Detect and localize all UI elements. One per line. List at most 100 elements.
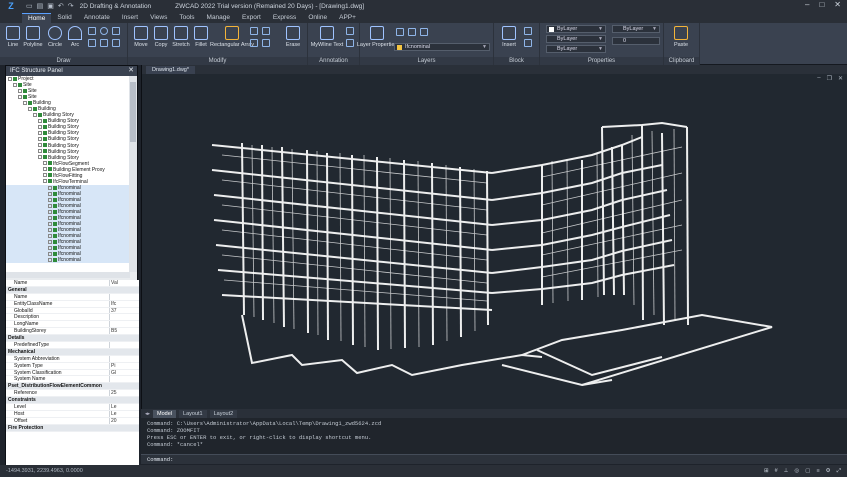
property-row[interactable]: Description: [6, 314, 139, 322]
paste-button[interactable]: Paste: [668, 26, 694, 48]
property-row[interactable]: System Classification Gl: [6, 369, 139, 377]
property-category[interactable]: Mechanical: [6, 348, 139, 356]
expand-toggle-icon[interactable]: [8, 76, 12, 81]
tab-nav-arrows-icon[interactable]: ◂▸: [145, 411, 150, 417]
ellipse-icon[interactable]: [100, 27, 108, 35]
property-category[interactable]: Fire Protection: [6, 424, 139, 432]
property-row[interactable]: Host Le: [6, 410, 139, 418]
layer-dropdown[interactable]: Ifcnominal ▼: [394, 43, 490, 51]
close-icon[interactable]: ✕: [128, 66, 134, 76]
ortho-icon[interactable]: ⊥: [784, 465, 789, 477]
tab-app-plus[interactable]: APP+: [333, 13, 362, 23]
tab-manage[interactable]: Manage: [201, 13, 237, 23]
visibility-checkbox[interactable]: [53, 185, 57, 190]
spline-icon[interactable]: [88, 39, 96, 47]
expand-toggle-icon[interactable]: [38, 131, 42, 136]
visibility-checkbox[interactable]: [53, 252, 57, 257]
tab-solid[interactable]: Solid: [51, 13, 77, 23]
minimize-icon[interactable]: –: [805, 0, 809, 9]
expand-toggle-icon[interactable]: [48, 203, 52, 208]
property-row[interactable]: LongName: [6, 321, 139, 329]
property-category[interactable]: Details: [6, 335, 139, 343]
layer-freeze-icon[interactable]: [420, 28, 428, 36]
expand-toggle-icon[interactable]: [48, 215, 52, 220]
property-row[interactable]: Name Val: [6, 280, 139, 287]
scrollbar-thumb[interactable]: [130, 82, 136, 142]
property-row[interactable]: System Name: [6, 376, 139, 384]
expand-toggle-icon[interactable]: [38, 149, 42, 154]
property-value[interactable]: 37: [111, 308, 117, 314]
hatch-icon[interactable]: [112, 27, 120, 35]
expand-toggle-icon[interactable]: [38, 155, 42, 160]
property-value[interactable]: Val: [111, 280, 118, 286]
polar-icon[interactable]: ◎: [794, 465, 799, 477]
trim-icon[interactable]: [262, 39, 270, 47]
property-row[interactable]: PredefinedType: [6, 342, 139, 349]
tab-tools[interactable]: Tools: [173, 13, 200, 23]
snap-icon[interactable]: ⊞: [764, 465, 769, 477]
property-value[interactable]: 25: [111, 390, 117, 396]
command-input[interactable]: Command:: [141, 454, 847, 464]
osnap-icon[interactable]: ▢: [805, 465, 810, 477]
drawing-canvas[interactable]: Drawing1.dwg* – ❐ ✕: [141, 65, 847, 409]
property-value[interactable]: 20: [111, 418, 117, 424]
expand-toggle-icon[interactable]: [48, 191, 52, 196]
visibility-checkbox[interactable]: [43, 137, 47, 142]
tab-home[interactable]: Home: [22, 13, 52, 23]
tab-views[interactable]: Views: [144, 13, 173, 23]
visibility-checkbox[interactable]: [43, 125, 47, 130]
property-row[interactable]: System Type Pi: [6, 362, 139, 370]
redo-icon[interactable]: ↷: [68, 2, 74, 10]
tab-model[interactable]: Model: [153, 409, 177, 418]
lineweight-dropdown[interactable]: ByLayer ▼: [546, 45, 606, 53]
tree-node[interactable]: Ifcnominal: [6, 257, 130, 264]
property-value[interactable]: Gl: [111, 370, 116, 376]
tab-layout2[interactable]: Layout2: [209, 409, 238, 418]
insert-button[interactable]: Insert: [496, 26, 522, 48]
property-row[interactable]: BuildingStorey B5: [6, 328, 139, 336]
expand-toggle-icon[interactable]: [43, 179, 47, 184]
rectangle-icon[interactable]: [88, 27, 96, 35]
undo-icon[interactable]: ↶: [58, 2, 64, 10]
property-value[interactable]: Le: [111, 404, 117, 410]
edit-block-icon[interactable]: [524, 39, 532, 47]
scale-icon[interactable]: [250, 39, 258, 47]
visibility-checkbox[interactable]: [48, 167, 52, 172]
visibility-checkbox[interactable]: [53, 227, 57, 232]
create-block-icon[interactable]: [524, 27, 532, 35]
visibility-checkbox[interactable]: [53, 197, 57, 202]
expand-toggle-icon[interactable]: [48, 185, 52, 190]
expand-toggle-icon[interactable]: [38, 125, 42, 130]
visibility-checkbox[interactable]: [28, 100, 32, 105]
app-logo-icon[interactable]: Z: [0, 0, 22, 12]
expand-toggle-icon[interactable]: [48, 245, 52, 250]
expand-toggle-icon[interactable]: [18, 88, 22, 93]
visibility-checkbox[interactable]: [53, 191, 57, 196]
visibility-checkbox[interactable]: [43, 149, 47, 154]
layer-isolate-icon[interactable]: [408, 28, 416, 36]
tab-insert[interactable]: Insert: [116, 13, 144, 23]
layer-properties-button[interactable]: Layer Properties: [357, 26, 397, 48]
close-icon[interactable]: ✕: [834, 0, 841, 9]
visibility-checkbox[interactable]: [43, 131, 47, 136]
tab-layout1[interactable]: Layout1: [179, 409, 207, 418]
property-value[interactable]: B5: [111, 328, 117, 334]
property-row[interactable]: Reference 25: [6, 390, 139, 398]
expand-toggle-icon[interactable]: [38, 143, 42, 148]
tree-horizontal-scrollbar[interactable]: [6, 272, 130, 278]
expand-toggle-icon[interactable]: [48, 239, 52, 244]
workspace-selector[interactable]: 2D Drafting & Annotation: [80, 3, 152, 10]
erase-button[interactable]: Erase: [280, 26, 306, 48]
expand-toggle-icon[interactable]: [48, 227, 52, 232]
property-row[interactable]: EntityClassName Ifc: [6, 300, 139, 308]
visibility-checkbox[interactable]: [18, 82, 22, 87]
transparency-field[interactable]: 0: [612, 37, 660, 45]
linetype-dropdown[interactable]: ByLayer ▼: [546, 35, 606, 43]
visibility-checkbox[interactable]: [13, 76, 17, 81]
expand-toggle-icon[interactable]: [38, 137, 42, 142]
property-category[interactable]: Constraints: [6, 397, 139, 405]
new-icon[interactable]: ▭: [26, 2, 33, 10]
expand-toggle-icon[interactable]: [43, 161, 47, 166]
dimension-icon[interactable]: [346, 27, 354, 35]
point-icon[interactable]: [100, 39, 108, 47]
